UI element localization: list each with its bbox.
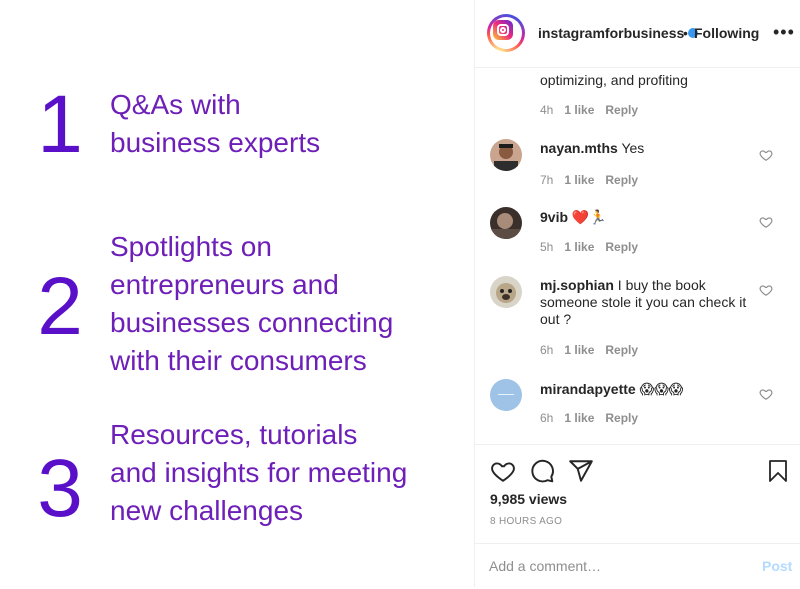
comment-likes[interactable]: 1 like bbox=[564, 240, 594, 254]
comment-likes[interactable]: 1 like bbox=[564, 173, 594, 187]
clipped-text-remnant bbox=[540, 68, 750, 69]
post-actions: 9,985 views 8 HOURS AGO Post bbox=[475, 444, 800, 588]
add-comment-input[interactable] bbox=[489, 556, 739, 576]
like-comment-heart-icon[interactable] bbox=[759, 215, 773, 229]
post-header: instagramforbusiness • Following ••• bbox=[475, 0, 800, 68]
account-username-link[interactable]: instagramforbusiness bbox=[538, 25, 699, 41]
account-avatar[interactable] bbox=[487, 14, 525, 52]
reply-button[interactable]: Reply bbox=[605, 240, 638, 254]
post-sidebar: instagramforbusiness • Following ••• opt… bbox=[475, 0, 800, 587]
comment-meta: 5h 1 like Reply bbox=[540, 240, 649, 254]
comment-body: mirandapyette 😱😱😱 bbox=[540, 381, 755, 398]
comment-body: nayan.mths Yes bbox=[540, 140, 755, 157]
step-number: 1 bbox=[37, 79, 83, 170]
comment-text: 😱😱😱 bbox=[639, 381, 684, 397]
comment-username[interactable]: 9vib bbox=[540, 209, 568, 225]
comment-avatar[interactable] bbox=[490, 139, 522, 171]
comment-time: 6h bbox=[540, 343, 554, 357]
reply-button[interactable]: Reply bbox=[605, 103, 638, 117]
comment-username[interactable]: mj.sophian bbox=[540, 277, 614, 293]
comment-username[interactable]: mirandapyette bbox=[540, 381, 636, 397]
previous-comment-text: optimizing, and profiting bbox=[540, 72, 688, 88]
like-comment-heart-icon[interactable] bbox=[759, 283, 773, 297]
comment-avatar[interactable] bbox=[490, 276, 522, 308]
following-button[interactable]: Following bbox=[694, 25, 759, 41]
post-comment-button[interactable]: Post bbox=[762, 558, 792, 574]
step-text: Q&As with business experts bbox=[110, 89, 321, 158]
like-comment-heart-icon[interactable] bbox=[759, 148, 773, 162]
header-separator: • bbox=[683, 25, 688, 41]
comment-bubble-icon[interactable] bbox=[529, 458, 555, 484]
step-2: 2 Spotlights on entrepreneurs and busine… bbox=[0, 228, 474, 383]
comment-likes[interactable]: 1 like bbox=[564, 411, 594, 425]
comment-avatar[interactable] bbox=[490, 207, 522, 239]
comment-likes[interactable]: 1 like bbox=[564, 103, 594, 117]
comment-likes[interactable]: 1 like bbox=[564, 343, 594, 357]
comment-meta: 7h 1 like Reply bbox=[540, 173, 649, 187]
reply-button[interactable]: Reply bbox=[605, 343, 638, 357]
comment-meta: 6h 1 like Reply bbox=[540, 411, 649, 425]
views-count[interactable]: 9,985 views bbox=[490, 491, 567, 507]
step-1: 1 Q&As with business experts bbox=[0, 79, 474, 170]
comment-avatar[interactable] bbox=[490, 379, 522, 411]
step-number: 2 bbox=[37, 261, 83, 352]
like-comment-heart-icon[interactable] bbox=[759, 387, 773, 401]
comment-time: 5h bbox=[540, 240, 554, 254]
step-text: Resources, tutorials and insights for me… bbox=[110, 419, 408, 526]
comment-time: 4h bbox=[540, 103, 554, 117]
add-comment-row: Post bbox=[475, 543, 800, 589]
comment-meta: 6h 1 like Reply bbox=[540, 343, 649, 357]
reply-button[interactable]: Reply bbox=[605, 411, 638, 425]
comment-text: ❤️🏃 bbox=[571, 209, 607, 225]
comment-username[interactable]: nayan.mths bbox=[540, 140, 618, 156]
step-3: 3 Resources, tutorials and insights for … bbox=[0, 416, 474, 536]
step-text: Spotlights on entrepreneurs and business… bbox=[110, 231, 394, 376]
reply-button[interactable]: Reply bbox=[605, 173, 638, 187]
step-number: 3 bbox=[37, 443, 83, 534]
save-bookmark-icon[interactable] bbox=[766, 458, 790, 484]
more-options-icon[interactable]: ••• bbox=[773, 22, 795, 43]
instagram-logo-icon bbox=[493, 20, 513, 40]
like-heart-icon[interactable] bbox=[490, 458, 516, 484]
share-send-icon[interactable] bbox=[568, 458, 594, 484]
previous-comment-meta: 4h 1 like Reply bbox=[540, 103, 649, 117]
comment-body: mj.sophian I buy the book someone stole … bbox=[540, 277, 755, 328]
comment-time: 7h bbox=[540, 173, 554, 187]
comment-time: 6h bbox=[540, 411, 554, 425]
comments-list[interactable]: optimizing, and profiting 4h 1 like Reply … bbox=[475, 68, 800, 443]
comment-text: Yes bbox=[621, 140, 645, 156]
comment-body: 9vib ❤️🏃 bbox=[540, 209, 755, 226]
post-timestamp[interactable]: 8 HOURS AGO bbox=[490, 516, 562, 527]
account-username: instagramforbusiness bbox=[538, 25, 685, 41]
post-media[interactable]: 1 Q&As with business experts 2 Spotlight… bbox=[0, 0, 475, 587]
